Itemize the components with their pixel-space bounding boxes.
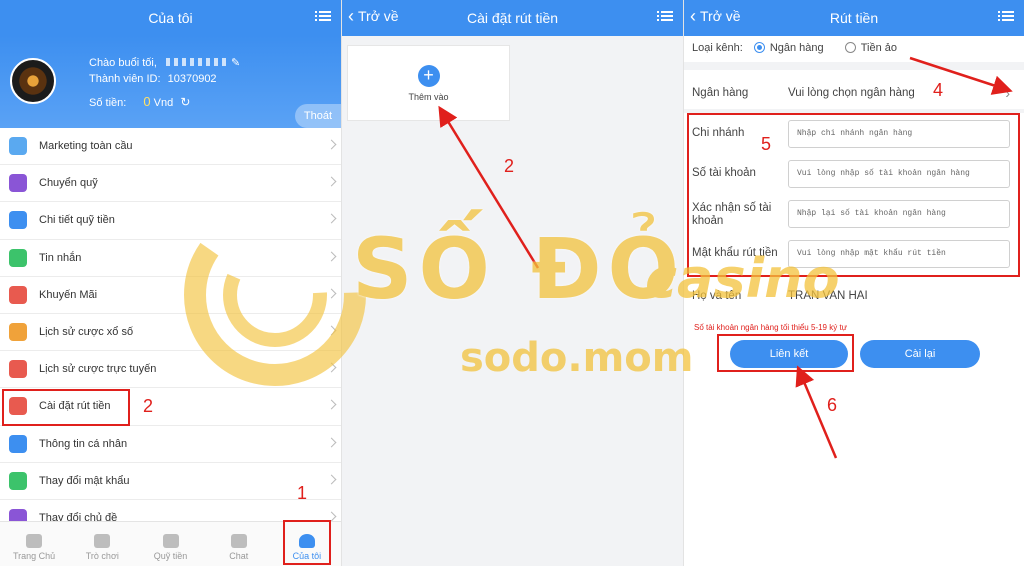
- arrow-to-link-button: [795, 365, 838, 459]
- arrow-to-bank-select: [909, 56, 1013, 95]
- annotation-arrows: [438, 56, 1013, 459]
- arrow-to-add-card: [438, 105, 540, 269]
